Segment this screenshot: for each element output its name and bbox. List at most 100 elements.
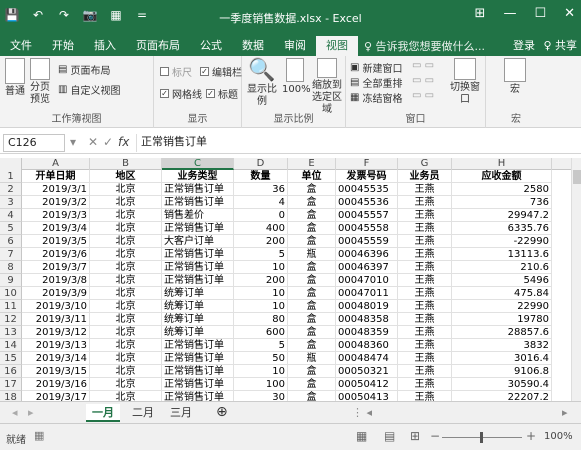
grid-cell[interactable]: 736 [452, 196, 552, 209]
column-header-c[interactable]: C [162, 158, 234, 170]
grid-cell[interactable]: 王燕 [398, 209, 452, 222]
grid-cell[interactable]: 正常销售订单 [162, 391, 234, 401]
sheet-tab-january[interactable]: 一月 [86, 404, 120, 422]
zoom-level[interactable]: 100% [544, 431, 573, 442]
grid-cell[interactable]: 10 [234, 365, 288, 378]
grid-cell[interactable]: 13113.6 [452, 248, 552, 261]
scroll-right-arrow-icon[interactable]: ▸ [556, 404, 574, 422]
normal-view-button[interactable]: 普通 [4, 58, 26, 98]
row-number[interactable]: 13 [0, 326, 22, 339]
gridlines-checkbox[interactable]: ✓ 网格线 [160, 86, 202, 101]
chevron-down-icon[interactable]: ▾ [70, 135, 76, 149]
grid-cell[interactable]: 00050412 [336, 378, 398, 391]
grid-cell[interactable]: 5496 [452, 274, 552, 287]
sign-in-link[interactable]: 登录 [513, 36, 535, 56]
grid-cell[interactable]: 2019/3/6 [22, 248, 90, 261]
macro-record-icon[interactable]: ▦ [34, 429, 44, 442]
grid-cell[interactable]: 00048360 [336, 339, 398, 352]
grid-cell[interactable]: 6335.76 [452, 222, 552, 235]
grid-cell[interactable]: 北京 [90, 274, 162, 287]
cancel-icon[interactable]: ✕ [88, 135, 98, 149]
grid-cell[interactable]: 王燕 [398, 287, 452, 300]
hide-icon[interactable]: ▭ ▭ [412, 75, 434, 86]
grid-cell[interactable]: 大客户订单 [162, 235, 234, 248]
page-layout-view-button[interactable]: ▤ 页面布局 [58, 62, 110, 77]
grid-cell[interactable]: 北京 [90, 326, 162, 339]
headings-checkbox[interactable]: ✓ 标题 [206, 86, 238, 101]
header-cell[interactable]: 业务员 [398, 170, 452, 183]
sheet-tab-february[interactable]: 二月 [126, 404, 160, 422]
grid-cell[interactable]: 30590.4 [452, 378, 552, 391]
grid-cell[interactable]: 100 [234, 378, 288, 391]
formula-input[interactable]: 正常销售订单 [136, 134, 207, 152]
page-break-preview-button[interactable]: 分页预览 [28, 58, 52, 106]
share-button[interactable]: ♀ 共享 [543, 36, 577, 56]
column-header-d[interactable]: D [234, 158, 288, 170]
column-header-e[interactable]: E [288, 158, 336, 170]
grid-cell[interactable]: 盒 [288, 365, 336, 378]
row-number[interactable]: 17 [0, 378, 22, 391]
row-number[interactable]: 7 [0, 248, 22, 261]
grid-cell[interactable]: 4 [234, 196, 288, 209]
worksheet-grid[interactable]: A B C D E F G H 1 开单日期 地区 业务类型 数量 单位 发票号码 业务员 应收… [0, 158, 571, 401]
scroll-left-icon[interactable]: ◂ [6, 404, 24, 422]
grid-cell[interactable]: 475.84 [452, 287, 552, 300]
grid-cell[interactable]: 盒 [288, 209, 336, 222]
grid-cell[interactable]: 北京 [90, 222, 162, 235]
grid-cell[interactable]: 盒 [288, 183, 336, 196]
grid-cell[interactable]: 盒 [288, 339, 336, 352]
grid-cell[interactable]: 统筹订单 [162, 300, 234, 313]
ribbon-display-icon[interactable]: ⊞ [475, 6, 486, 21]
grid-cell[interactable]: 00045557 [336, 209, 398, 222]
grid-cell[interactable]: 600 [234, 326, 288, 339]
grid-cell[interactable]: 2019/3/11 [22, 313, 90, 326]
grid-cell[interactable]: 2019/3/10 [22, 300, 90, 313]
zoom-to-selection-button[interactable]: 缩放到选定区域 [310, 58, 344, 116]
grid-cell[interactable]: 北京 [90, 339, 162, 352]
column-header-a[interactable]: A [22, 158, 90, 170]
grid-cell[interactable]: 正常销售订单 [162, 196, 234, 209]
arrange-all-button[interactable]: ▤ 全部重排 [350, 75, 402, 90]
grid-cell[interactable]: 2019/3/9 [22, 287, 90, 300]
grid-cell[interactable]: 北京 [90, 248, 162, 261]
grid-cell[interactable]: 盒 [288, 222, 336, 235]
grid-cell[interactable]: 00045559 [336, 235, 398, 248]
add-sheet-icon[interactable]: ⊕ [210, 404, 234, 422]
grid-cell[interactable]: 10 [234, 261, 288, 274]
grid-cell[interactable]: 00047011 [336, 287, 398, 300]
grid-cell[interactable]: 00045535 [336, 183, 398, 196]
grid-cell[interactable]: 正常销售订单 [162, 222, 234, 235]
grid-cell[interactable]: 2019/3/8 [22, 274, 90, 287]
grid-cell[interactable]: 北京 [90, 261, 162, 274]
macros-button[interactable]: 宏 [500, 58, 530, 96]
grid-cell[interactable]: 3832 [452, 339, 552, 352]
grid-cell[interactable]: 盒 [288, 261, 336, 274]
grid-cell[interactable]: 北京 [90, 378, 162, 391]
grid-cell[interactable]: 王燕 [398, 378, 452, 391]
grid-cell[interactable]: 正常销售订单 [162, 274, 234, 287]
tab-view[interactable]: 视图 [316, 36, 358, 56]
header-cell[interactable]: 单位 [288, 170, 336, 183]
grid-cell[interactable]: 正常销售订单 [162, 365, 234, 378]
grid-cell[interactable]: 00048474 [336, 352, 398, 365]
grid-cell[interactable]: 00046397 [336, 261, 398, 274]
grid-cell[interactable]: 盒 [288, 313, 336, 326]
grid-cell[interactable]: 王燕 [398, 183, 452, 196]
ruler-checkbox[interactable]: 标尺 [160, 64, 192, 79]
grid-cell[interactable]: 00045558 [336, 222, 398, 235]
enter-icon[interactable]: ✓ [103, 135, 113, 149]
grid-cell[interactable]: 29947.2 [452, 209, 552, 222]
tab-review[interactable]: 审阅 [274, 36, 316, 56]
row-number[interactable]: 16 [0, 365, 22, 378]
grid-cell[interactable]: 王燕 [398, 248, 452, 261]
grid-cell[interactable]: 00050413 [336, 391, 398, 401]
scroll-thumb[interactable] [573, 170, 581, 184]
zoom-out-icon[interactable]: − [430, 429, 440, 443]
grid-cell[interactable]: 统筹订单 [162, 287, 234, 300]
zoom-100-button[interactable]: 100% [282, 58, 311, 96]
grid-cell[interactable]: 50 [234, 352, 288, 365]
row-number[interactable]: 14 [0, 339, 22, 352]
horizontal-scrollbar[interactable]: ⋮ ◂ [346, 404, 378, 422]
grid-cell[interactable]: 200 [234, 235, 288, 248]
grid-cell[interactable]: 北京 [90, 287, 162, 300]
